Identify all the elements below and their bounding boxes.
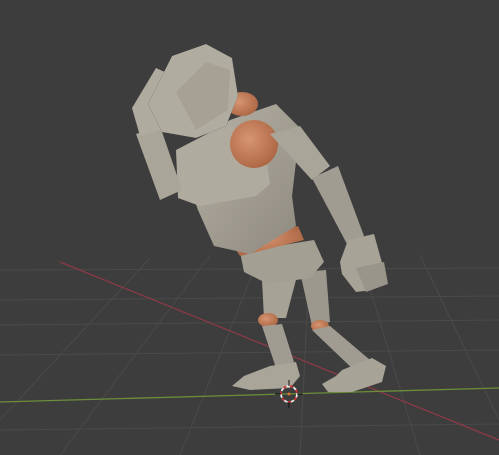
- 3d-viewport[interactable]: [0, 0, 499, 455]
- shoulder-sphere: [230, 120, 278, 168]
- raised-forearm: [136, 126, 182, 200]
- floor-grid: [0, 254, 499, 455]
- y-axis-line: [0, 387, 499, 403]
- character-mesh[interactable]: [132, 44, 388, 392]
- viewport-canvas[interactable]: [0, 0, 499, 455]
- forearm: [312, 166, 364, 246]
